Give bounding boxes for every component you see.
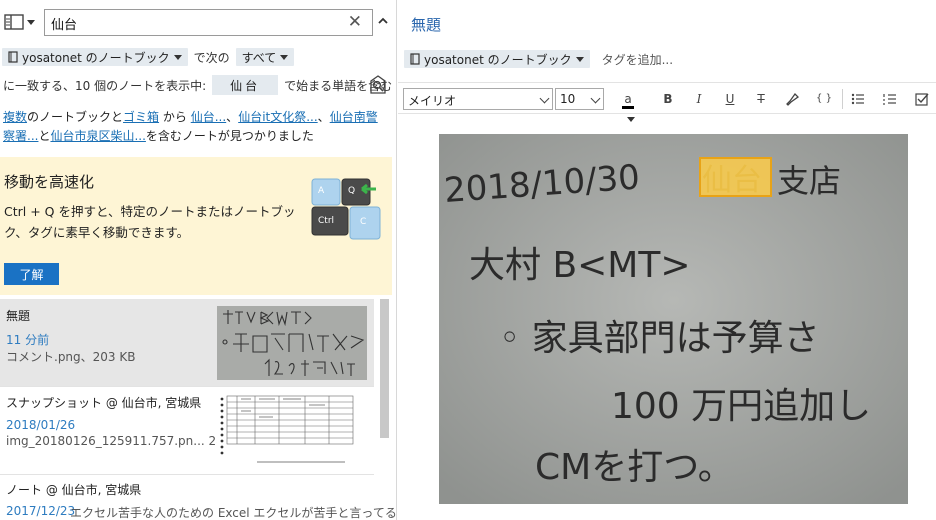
notebook-scope-label: yosatonet のノートブック (22, 50, 170, 65)
formatting-toolbar: メイリオ 10 a B I U T { } (398, 82, 936, 122)
tip-body: Ctrl + Q を押すと、特定のノートまたはノートブック、タグに素早く移動でき… (4, 204, 296, 240)
notebook-icon (410, 53, 420, 65)
match-description-row: に一致する、10 個のノートを表示中: 仙台 で始まる単語を含む (0, 74, 396, 96)
handwriting-line-4: 100 万円追加し (611, 386, 871, 427)
note-date: 2017/12/23 (6, 504, 76, 518)
note-title: ノート @ 仙台市, 宮城県 (6, 483, 142, 497)
tip-card: 移動を高速化 Ctrl + Q を押すと、特定のノートまたはノートブック、タグに… (0, 157, 392, 295)
search-result-summary: 複数のノートブックとゴミ箱 から 仙台...、仙台it文化祭...、仙台南警察署… (3, 108, 388, 146)
dropdown-arrow-icon (626, 117, 635, 122)
handwriting-line-5: CMを打つ。 (535, 447, 734, 488)
found-sep-2: 、 (317, 110, 330, 124)
checkbox-icon[interactable] (914, 91, 930, 107)
strikethrough-button[interactable]: T (751, 89, 771, 109)
note-list-item[interactable]: 無題 11 分前 コメント.png、203 KB (0, 299, 374, 387)
search-bar: ✕ (0, 0, 396, 42)
search-field[interactable]: ✕ (44, 9, 373, 36)
text-color-glyph: a (622, 92, 634, 109)
tip-dismiss-button[interactable]: 了解 (4, 263, 59, 285)
note-meta: コメント.png、203 KB (6, 350, 136, 364)
filter-selector[interactable]: すべて (235, 48, 295, 66)
add-tag-input[interactable]: タグを追加... (602, 51, 673, 68)
search-input[interactable] (51, 14, 331, 32)
key-c-label: C (360, 217, 366, 227)
found-text-2: から (162, 110, 187, 124)
note-title: スナップショット @ 仙台市, 宮城県 (6, 396, 202, 410)
note-thumbnail (217, 392, 359, 472)
view-options-button[interactable] (4, 13, 38, 31)
link-trash[interactable]: ゴミ箱 (123, 110, 159, 124)
toolbar-divider (842, 89, 843, 109)
found-text-1: のノートブックと (27, 110, 124, 124)
save-search-icon[interactable] (368, 74, 388, 96)
dropdown-arrow-icon (27, 19, 35, 25)
handwriting-line-3: ◦ 家具部門は予算さ (499, 318, 820, 359)
code-block-button[interactable]: { } (812, 89, 836, 109)
note-meta: img_20180126_125911.757.pn... 288 KB (6, 434, 252, 448)
notebook-icon (8, 51, 18, 63)
dropdown-arrow-icon (173, 54, 182, 60)
found-sep-1: 、 (226, 110, 239, 124)
chevron-down-icon (590, 93, 601, 104)
key-a-label: A (318, 186, 325, 196)
search-term-pill[interactable]: 仙台 (212, 75, 279, 95)
app-window: ✕ yosatonet のノートブック で次の すべて に一致する、 (0, 0, 936, 520)
handwriting-branch: 支店 (777, 162, 841, 200)
bulleted-list-icon[interactable] (850, 91, 866, 107)
chevron-down-icon (539, 93, 550, 104)
note-title: 無題 (6, 309, 31, 323)
text-color-button[interactable]: a (614, 89, 642, 122)
note-list-scrollbar[interactable] (380, 299, 389, 438)
note-date: 11 分前 (6, 333, 50, 347)
note-snippet: エクセル苦手な人のための Excel エクセルが苦手と言ってる人 (70, 506, 397, 520)
note-list-item[interactable]: スナップショット @ 仙台市, 宮城県 2018/01/26 img_20180… (0, 388, 374, 475)
link-note-izumi[interactable]: 仙台市泉区柴山... (50, 129, 145, 143)
note-editor-pane: 無題 yosatonet のノートブック タグを追加... メイリオ 10 a … (398, 0, 936, 520)
card-view-icon (4, 14, 24, 30)
note-image-attachment[interactable]: 2018/10/30 仙台 支店 大村 B<MT> ◦ 家具部門は予算さ 100… (439, 134, 908, 504)
found-text-3: と (38, 129, 51, 143)
clear-search-icon[interactable]: ✕ (348, 14, 362, 31)
filter-label: すべて (241, 50, 277, 65)
highlight-icon[interactable] (784, 91, 800, 107)
note-date: 2018/01/26 (6, 418, 76, 432)
keyboard-shortcut-icon: A Q Ctrl C (311, 178, 381, 240)
link-note-sendai[interactable]: 仙台... (191, 110, 226, 124)
found-text-4: を含むノートが見つかりました (145, 129, 314, 143)
note-meta-row: yosatonet のノートブック タグを追加... (404, 49, 673, 69)
font-family-value: メイリオ (408, 94, 457, 108)
key-q-label: Q (348, 186, 355, 196)
font-size-value: 10 (560, 92, 576, 106)
collapse-search-icon[interactable] (377, 14, 389, 28)
font-family-select[interactable]: メイリオ (403, 88, 553, 110)
link-multiple-notebooks[interactable]: 複数 (3, 110, 27, 124)
link-note-sendai-it[interactable]: 仙台it文化祭... (238, 110, 317, 124)
tip-title: 移動を高速化 (4, 173, 95, 191)
handwriting-line-2: 大村 B<MT> (469, 245, 691, 286)
note-title-field[interactable]: 無題 (411, 14, 441, 35)
search-highlight (699, 157, 772, 197)
match-prefix: に一致する、10 個のノートを表示中: (3, 78, 207, 93)
font-size-select[interactable]: 10 (555, 88, 604, 110)
italic-button[interactable]: I (689, 89, 709, 109)
note-notebook-selector[interactable]: yosatonet のノートブック (404, 50, 590, 68)
note-list-item[interactable]: ノート @ 仙台市, 宮城県 2017/12/23 エクセル苦手な人のための E… (0, 476, 396, 520)
scope-next-label: で次の (193, 50, 230, 65)
note-notebook-label: yosatonet のノートブック (424, 52, 572, 67)
numbered-list-icon[interactable] (882, 91, 898, 107)
dropdown-arrow-icon (280, 54, 289, 60)
whiteboard-photo: 2018/10/30 仙台 支店 大村 B<MT> ◦ 家具部門は予算さ 100… (439, 134, 908, 504)
underline-button[interactable]: U (720, 89, 740, 109)
bold-button[interactable]: B (658, 89, 678, 109)
note-list-pane: ✕ yosatonet のノートブック で次の すべて に一致する、 (0, 0, 397, 520)
search-scope-row: yosatonet のノートブック で次の すべて (0, 46, 396, 68)
key-ctrl-label: Ctrl (318, 216, 334, 226)
note-thumbnail (217, 306, 367, 380)
notebook-scope-selector[interactable]: yosatonet のノートブック (2, 48, 188, 66)
dropdown-arrow-icon (575, 56, 584, 62)
